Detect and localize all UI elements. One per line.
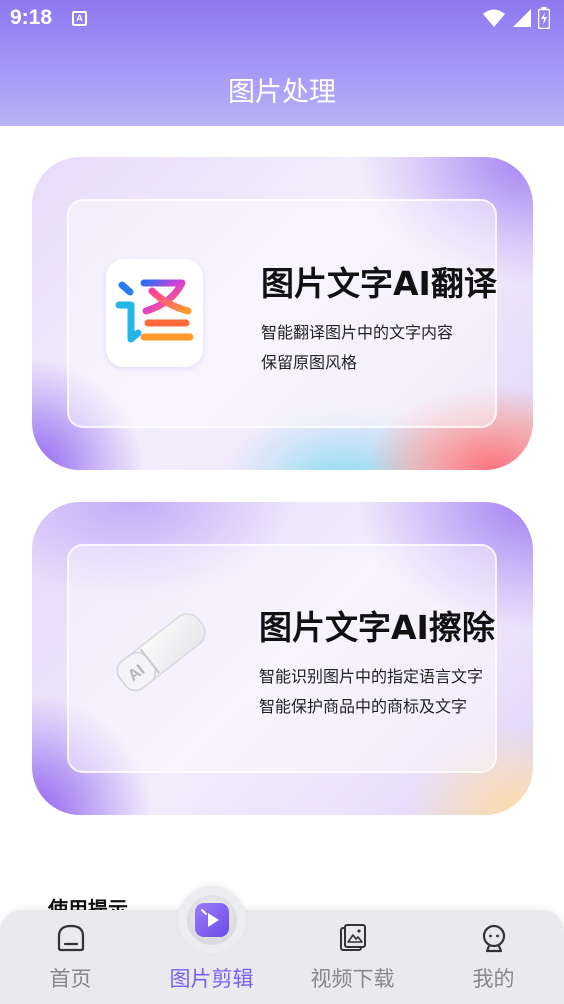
card-title: 图片文字AI翻译 xyxy=(261,264,497,303)
status-bar: 9:18 A xyxy=(0,0,564,38)
wifi-icon xyxy=(483,9,505,27)
card-desc-line: 智能翻译图片中的文字内容 xyxy=(261,323,454,342)
tab-label: 首页 xyxy=(49,967,92,991)
card-panel: 图片文字AI翻译 智能翻译图片中的文字内容 保留原图风格 xyxy=(67,199,497,428)
card-desc-line: 保留原图风格 xyxy=(261,353,358,372)
card-desc-line: 智能识别图片中的指定语言文字 xyxy=(259,667,484,686)
video-download-icon xyxy=(339,924,366,951)
card-title: 图片文字AI擦除 xyxy=(259,608,495,647)
notification-a-icon: A xyxy=(72,11,87,26)
home-icon xyxy=(57,924,84,952)
ai-translate-card[interactable]: 图片文字AI翻译 智能翻译图片中的文字内容 保留原图风格 xyxy=(32,157,533,470)
status-time: 9:18 xyxy=(10,6,53,29)
tab-label: 视频下载 xyxy=(310,967,395,991)
signal-icon xyxy=(513,9,531,27)
ai-erase-card[interactable]: AI 图片文字AI擦除 智能识别图片中的指定语言文字 智能保护商品中的商标及文字 xyxy=(32,502,533,815)
profile-icon xyxy=(482,924,505,953)
tab-video-download[interactable]: 视频下载 xyxy=(282,910,423,1004)
translate-icon xyxy=(106,259,203,367)
tab-home[interactable]: 首页 xyxy=(0,910,141,1004)
bottom-tab-bar: 首页 图片剪辑 视频下载 我的 xyxy=(0,910,564,1004)
tab-profile[interactable]: 我的 xyxy=(423,910,564,1004)
card-panel: AI 图片文字AI擦除 智能识别图片中的指定语言文字 智能保护商品中的商标及文字 xyxy=(67,544,497,773)
eraser-icon: AI xyxy=(116,613,206,692)
tab-label: 我的 xyxy=(472,967,515,991)
image-edit-icon xyxy=(195,903,229,937)
image-edit-button[interactable] xyxy=(187,895,237,945)
page-title: 图片处理 xyxy=(228,77,336,108)
status-icons xyxy=(482,7,550,29)
tab-label: 图片剪辑 xyxy=(169,967,254,991)
battery-icon xyxy=(538,7,550,29)
app-header: 9:18 A 图片处理 xyxy=(0,0,564,126)
card-desc-line: 智能保护商品中的商标及文字 xyxy=(259,697,468,716)
